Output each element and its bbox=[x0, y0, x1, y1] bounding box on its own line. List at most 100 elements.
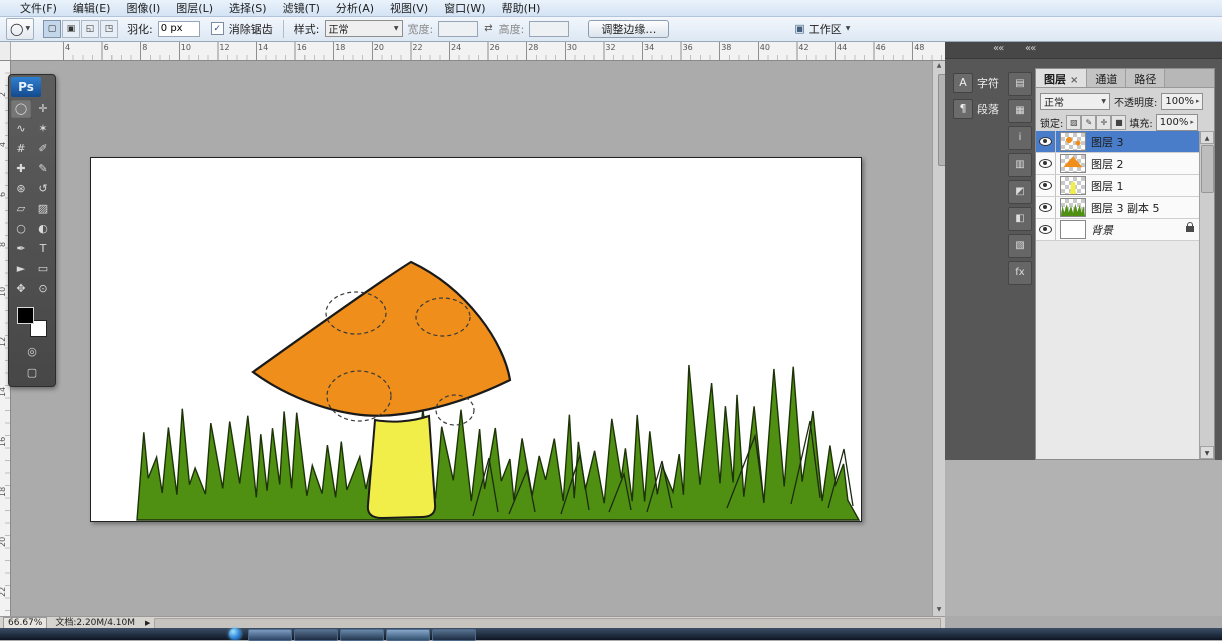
layer-thumbnail[interactable] bbox=[1060, 220, 1086, 239]
type-tool[interactable]: T bbox=[32, 239, 54, 259]
scroll-down-icon[interactable]: ▼ bbox=[1200, 446, 1214, 459]
scrollbar-thumb[interactable] bbox=[1201, 145, 1214, 193]
layer-row[interactable]: 图层 3 副本 5 bbox=[1036, 197, 1214, 219]
layer-row[interactable]: 背景 bbox=[1036, 219, 1214, 241]
gradient-tool[interactable]: ▨ bbox=[32, 199, 54, 219]
lasso-tool[interactable]: ∿ bbox=[10, 119, 32, 139]
antialias-checkbox[interactable]: ✓ bbox=[211, 22, 224, 35]
clone-stamp-tool[interactable]: ⊛ bbox=[10, 179, 32, 199]
lock-transparency-button[interactable]: ▨ bbox=[1066, 115, 1081, 130]
layer-thumbnail[interactable] bbox=[1060, 132, 1086, 151]
histogram-panel-button[interactable]: ▥ bbox=[1008, 153, 1032, 177]
menu-item[interactable]: 滤镜(T) bbox=[275, 1, 328, 16]
vertical-scrollbar[interactable]: ▲ ▼ bbox=[932, 60, 945, 616]
hand-tool[interactable]: ✥ bbox=[10, 279, 32, 299]
history-brush-tool[interactable]: ↺ bbox=[32, 179, 54, 199]
character-panel-button[interactable]: A 字符 bbox=[953, 72, 1005, 94]
tool-preset-picker[interactable]: ◯ ▼ bbox=[6, 18, 34, 40]
menu-item[interactable]: 选择(S) bbox=[221, 1, 275, 16]
collapse-panels-button[interactable]: «« bbox=[1025, 43, 1035, 54]
menu-item[interactable]: 图像(I) bbox=[118, 1, 168, 16]
lock-all-button[interactable]: ■ bbox=[1111, 115, 1126, 130]
collapse-panels-button[interactable]: «« bbox=[993, 43, 1003, 54]
layer-name[interactable]: 图层 3 bbox=[1091, 134, 1124, 150]
healing-brush-tool[interactable]: ✚ bbox=[10, 159, 32, 179]
layer-visibility-toggle[interactable] bbox=[1036, 219, 1056, 240]
add-to-selection-button[interactable]: ▣ bbox=[62, 20, 80, 38]
taskbar-item[interactable] bbox=[432, 629, 476, 641]
new-selection-button[interactable]: ▢ bbox=[43, 20, 61, 38]
menu-item[interactable]: 图层(L) bbox=[168, 1, 221, 16]
layer-row[interactable]: 图层 2 bbox=[1036, 153, 1214, 175]
layer-name[interactable]: 图层 1 bbox=[1091, 178, 1124, 194]
blend-mode-select[interactable]: 正常 ▼ bbox=[1040, 93, 1110, 110]
fill-input[interactable]: 100% ▸ bbox=[1156, 114, 1198, 131]
screen-mode-button[interactable]: ▢ bbox=[21, 364, 43, 382]
style-select[interactable]: 正常 ▼ bbox=[325, 20, 403, 37]
layer-visibility-toggle[interactable] bbox=[1036, 153, 1056, 174]
quick-selection-tool[interactable]: ✶ bbox=[32, 119, 54, 139]
menu-item[interactable]: 编辑(E) bbox=[65, 1, 119, 16]
height-input[interactable] bbox=[529, 21, 569, 37]
tab-paths[interactable]: 路径 bbox=[1126, 69, 1165, 87]
layer-row[interactable]: 图层 3 bbox=[1036, 131, 1214, 153]
layers-scrollbar[interactable]: ▲ ▼ bbox=[1199, 131, 1214, 459]
layer-name[interactable]: 背景 bbox=[1091, 222, 1113, 238]
zoom-tool[interactable]: ⊙ bbox=[32, 279, 54, 299]
path-selection-tool[interactable]: ► bbox=[10, 259, 32, 279]
info-panel-button[interactable]: i bbox=[1008, 126, 1032, 150]
menu-item[interactable]: 视图(V) bbox=[382, 1, 436, 16]
intersect-selection-button[interactable]: ◳ bbox=[100, 20, 118, 38]
menu-item[interactable]: 窗口(W) bbox=[436, 1, 493, 16]
close-icon[interactable]: × bbox=[1070, 75, 1078, 86]
taskbar-item[interactable] bbox=[294, 629, 338, 641]
layer-thumbnail[interactable] bbox=[1060, 198, 1086, 217]
menu-item[interactable]: 文件(F) bbox=[12, 1, 65, 16]
elliptical-marquee-tool[interactable]: ◯ bbox=[10, 99, 32, 119]
scrollbar-thumb[interactable] bbox=[938, 74, 945, 166]
move-tool[interactable]: ✛ bbox=[32, 99, 54, 119]
lock-position-button[interactable]: ✛ bbox=[1096, 115, 1111, 130]
status-menu-arrow[interactable]: ▶ bbox=[145, 619, 150, 627]
taskbar-item[interactable] bbox=[386, 629, 430, 641]
swap-dimensions-button[interactable]: ⇄ bbox=[484, 23, 492, 34]
document-canvas[interactable] bbox=[90, 157, 862, 522]
layer-name[interactable]: 图层 3 副本 5 bbox=[1091, 200, 1160, 216]
scroll-up-icon[interactable]: ▲ bbox=[1200, 131, 1214, 144]
taskbar-item[interactable] bbox=[248, 629, 292, 641]
tab-layers[interactable]: 图层× bbox=[1036, 69, 1087, 87]
refine-edge-button[interactable]: 调整边缘… bbox=[588, 20, 669, 38]
layer-row[interactable]: 图层 1 bbox=[1036, 175, 1214, 197]
scroll-down-icon[interactable]: ▼ bbox=[933, 604, 945, 616]
shape-tool[interactable]: ▭ bbox=[32, 259, 54, 279]
pen-tool[interactable]: ✒ bbox=[10, 239, 32, 259]
paragraph-panel-button[interactable]: ¶ 段落 bbox=[953, 98, 1005, 120]
styles-panel-button[interactable]: ▧ bbox=[1008, 234, 1032, 258]
eyedropper-tool[interactable]: ✐ bbox=[32, 139, 54, 159]
document-workarea[interactable]: 246810121416182022 ▲ ▼ bbox=[0, 60, 945, 616]
workspace-switcher[interactable]: ▣ 工作区 ▼ bbox=[794, 21, 850, 37]
color-panel-button[interactable]: ◧ bbox=[1008, 207, 1032, 231]
quick-mask-button[interactable]: ◎ bbox=[21, 343, 43, 361]
layer-visibility-toggle[interactable] bbox=[1036, 197, 1056, 218]
brush-tool[interactable]: ✎ bbox=[32, 159, 54, 179]
opacity-input[interactable]: 100% ▸ bbox=[1161, 93, 1203, 110]
width-input[interactable] bbox=[438, 21, 478, 37]
taskbar-item[interactable] bbox=[340, 629, 384, 641]
layer-name[interactable]: 图层 2 bbox=[1091, 156, 1124, 172]
effects-panel-button[interactable]: fx bbox=[1008, 261, 1032, 285]
start-button[interactable] bbox=[229, 628, 241, 640]
dodge-tool[interactable]: ◐ bbox=[32, 219, 54, 239]
lock-pixels-button[interactable]: ✎ bbox=[1081, 115, 1096, 130]
swatches-panel-button[interactable]: ▦ bbox=[1008, 99, 1032, 123]
menu-item[interactable]: 分析(A) bbox=[328, 1, 382, 16]
horizontal-scrollbar[interactable] bbox=[154, 618, 941, 629]
foreground-color-swatch[interactable] bbox=[17, 307, 34, 324]
layer-thumbnail[interactable] bbox=[1060, 154, 1086, 173]
blur-tool[interactable]: ○ bbox=[10, 219, 32, 239]
layer-visibility-toggle[interactable] bbox=[1036, 131, 1056, 152]
menu-item[interactable]: 帮助(H) bbox=[494, 1, 549, 16]
navigator-panel-button[interactable]: ▤ bbox=[1008, 72, 1032, 96]
layer-thumbnail[interactable] bbox=[1060, 176, 1086, 195]
crop-tool[interactable]: # bbox=[10, 139, 32, 159]
